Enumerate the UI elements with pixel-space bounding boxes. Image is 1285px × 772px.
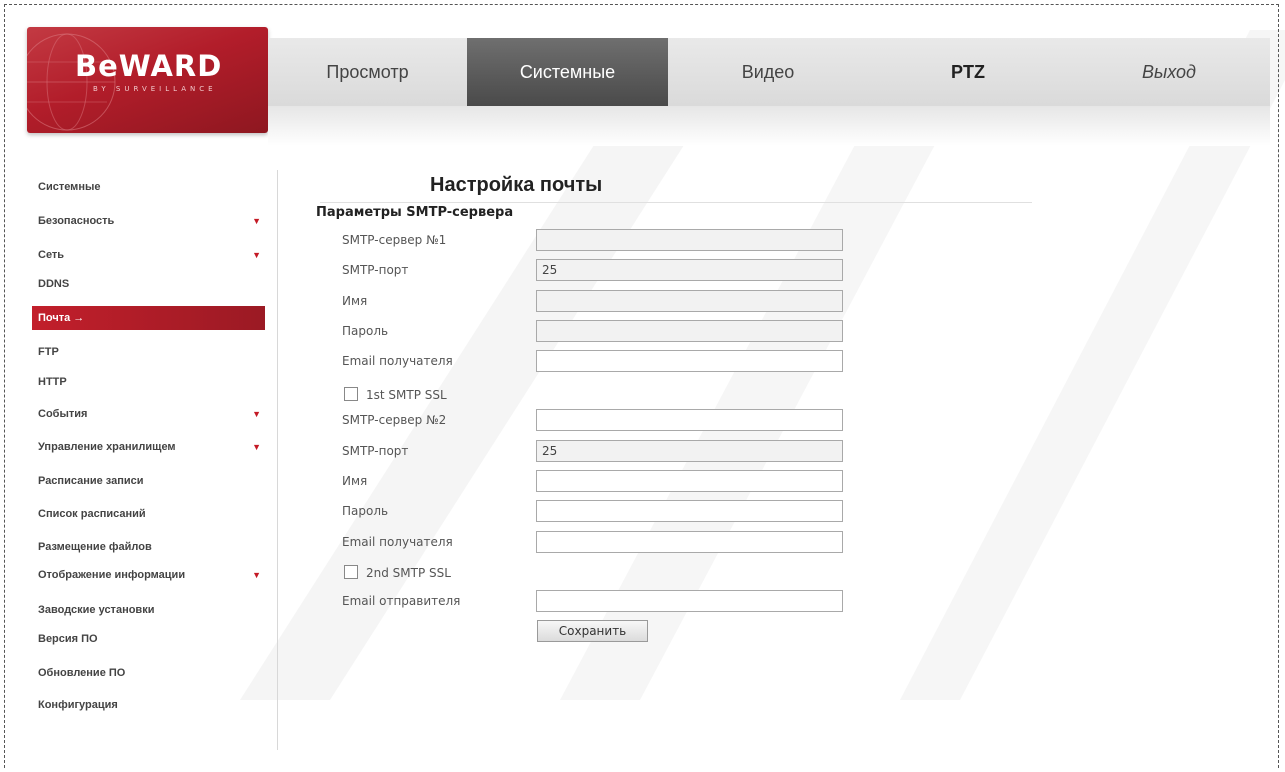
smtp2-server-label: SMTP-сервер №2 <box>342 413 447 427</box>
sidebar-item-events[interactable]: События ▼ <box>32 402 265 426</box>
smtp1-name-input[interactable] <box>536 290 843 312</box>
sidebar-item-security[interactable]: Безопасность ▼ <box>32 209 265 233</box>
sidebar-item-label: Список расписаний <box>38 508 146 520</box>
sidebar-item-system[interactable]: Системные <box>32 175 265 199</box>
smtp2-password-input[interactable] <box>536 500 843 522</box>
sidebar-item-storage[interactable]: Управление хранилищем ▼ <box>32 435 265 459</box>
sidebar-item-record-schedule[interactable]: Расписание записи <box>32 469 265 493</box>
sidebar-item-firmware-version[interactable]: Версия ПО <box>32 627 265 651</box>
sidebar-item-label: Безопасность <box>38 215 115 227</box>
sidebar-item-label: Управление хранилищем <box>38 441 176 453</box>
nav-underline-strip <box>268 106 1270 146</box>
sidebar-item-label: Сеть <box>38 249 65 261</box>
sidebar-item-label: Обновление ПО <box>38 667 126 679</box>
sidebar-item-file-location[interactable]: Размещение файлов <box>32 535 265 559</box>
smtp2-name-input[interactable] <box>536 470 843 492</box>
sidebar-item-label: FTP <box>38 346 59 358</box>
sidebar-item-label: Системные <box>38 181 101 193</box>
smtp2-recipient-input[interactable] <box>536 531 843 553</box>
sidebar-item-schedule-list[interactable]: Список расписаний <box>32 502 265 526</box>
sidebar-item-label: Расписание записи <box>38 475 144 487</box>
sidebar-item-configuration[interactable]: Конфигурация <box>32 693 265 717</box>
smtp1-ssl-row[interactable]: 1st SMTP SSL <box>344 385 447 405</box>
smtp1-port-label: SMTP-порт <box>342 263 409 277</box>
smtp1-recipient-label: Email получателя <box>342 354 453 368</box>
title-divider <box>320 202 1032 203</box>
smtp1-recipient-input[interactable] <box>536 350 843 372</box>
logo-text: BeWARD <box>75 49 223 83</box>
nav-tab-ptz[interactable]: PTZ <box>868 38 1068 106</box>
sidebar-item-label: Почта → <box>38 312 85 324</box>
smtp1-server-label: SMTP-сервер №1 <box>342 233 447 247</box>
smtp1-ssl-label: 1st SMTP SSL <box>366 388 447 402</box>
chevron-down-icon: ▼ <box>252 409 261 419</box>
smtp2-ssl-checkbox[interactable] <box>344 565 358 579</box>
sidebar-divider <box>277 170 278 750</box>
chevron-down-icon: ▼ <box>252 442 261 452</box>
sidebar-item-network[interactable]: Сеть ▼ <box>32 243 265 267</box>
chevron-down-icon: ▼ <box>252 570 261 580</box>
smtp1-server-input[interactable] <box>536 229 843 251</box>
sidebar-item-factory-defaults[interactable]: Заводские установки <box>32 598 265 622</box>
smtp2-server-input[interactable] <box>536 409 843 431</box>
top-nav: Просмотр Системные Видео PTZ Выход <box>268 38 1270 107</box>
sender-label: Email отправителя <box>342 594 461 608</box>
sidebar-item-firmware-update[interactable]: Обновление ПО <box>32 661 265 685</box>
sidebar-item-label: HTTP <box>38 376 67 388</box>
sidebar-item-ddns[interactable]: DDNS <box>32 272 265 296</box>
smtp2-port-label: SMTP-порт <box>342 444 409 458</box>
sidebar-item-label: DDNS <box>38 278 70 290</box>
smtp1-password-input[interactable] <box>536 320 843 342</box>
sidebar-item-mail[interactable]: Почта → <box>32 306 265 330</box>
nav-tab-logout[interactable]: Выход <box>1068 38 1270 106</box>
sidebar-item-label: Версия ПО <box>38 633 98 645</box>
smtp1-port-input[interactable] <box>536 259 843 281</box>
nav-tab-view[interactable]: Просмотр <box>268 38 467 106</box>
sidebar-item-label: Отображение информации <box>38 569 186 581</box>
section-heading: Параметры SMTP-сервера <box>316 205 514 220</box>
smtp2-password-label: Пароль <box>342 504 389 518</box>
smtp1-name-label: Имя <box>342 294 368 308</box>
smtp1-password-label: Пароль <box>342 324 389 338</box>
chevron-down-icon: ▼ <box>252 250 261 260</box>
sidebar-item-label: Конфигурация <box>38 699 118 711</box>
sidebar-item-label: Заводские установки <box>38 604 155 616</box>
sidebar-item-label: События <box>38 408 88 420</box>
smtp2-ssl-label: 2nd SMTP SSL <box>366 566 451 580</box>
sidebar-item-http[interactable]: HTTP <box>32 370 265 394</box>
sidebar-item-label: Размещение файлов <box>38 541 152 553</box>
smtp2-recipient-label: Email получателя <box>342 535 453 549</box>
sender-input[interactable] <box>536 590 843 612</box>
nav-tab-video[interactable]: Видео <box>668 38 868 106</box>
smtp2-ssl-row[interactable]: 2nd SMTP SSL <box>344 563 451 583</box>
sidebar-item-ftp[interactable]: FTP <box>32 340 265 364</box>
beward-logo[interactable]: BeWARD BY SURVEILLANCE <box>27 27 268 133</box>
logo-subtext: BY SURVEILLANCE <box>93 85 217 93</box>
smtp2-name-label: Имя <box>342 474 368 488</box>
page-title: Настройка почты <box>430 174 603 196</box>
sidebar-item-info-display[interactable]: Отображение информации ▼ <box>32 563 265 587</box>
save-button[interactable]: Сохранить <box>537 620 648 642</box>
chevron-down-icon: ▼ <box>252 216 261 226</box>
smtp2-port-input[interactable] <box>536 440 843 462</box>
smtp1-ssl-checkbox[interactable] <box>344 387 358 401</box>
nav-tab-system[interactable]: Системные <box>467 38 668 106</box>
